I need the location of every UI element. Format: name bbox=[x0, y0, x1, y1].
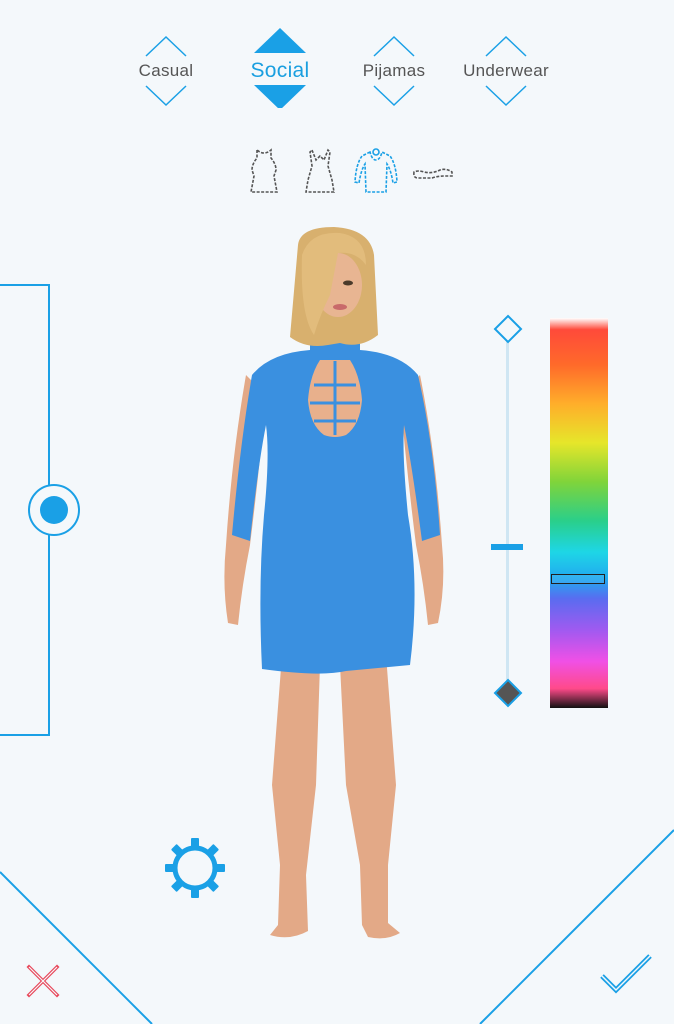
brightness-max-icon[interactable] bbox=[493, 314, 523, 344]
avatar-model bbox=[224, 227, 444, 939]
tank-top-icon[interactable] bbox=[244, 146, 284, 196]
dress-icon[interactable] bbox=[300, 146, 340, 196]
checkmark-icon[interactable] bbox=[598, 952, 654, 996]
brightness-slider-track[interactable] bbox=[506, 340, 509, 685]
rotation-slider-knob[interactable] bbox=[28, 484, 80, 536]
tab-casual[interactable]: Casual bbox=[126, 34, 206, 108]
tab-social-label: Social bbox=[248, 59, 312, 83]
brightness-slider-handle[interactable] bbox=[491, 544, 523, 550]
hue-spectrum-bar[interactable] bbox=[550, 318, 608, 708]
tab-pijamas-label: Pijamas bbox=[360, 61, 428, 81]
brightness-min-icon[interactable] bbox=[493, 678, 523, 708]
knob-dot bbox=[40, 496, 68, 524]
tab-underwear[interactable]: Underwear bbox=[461, 34, 551, 108]
shoe-icon[interactable] bbox=[410, 146, 456, 196]
gear-icon[interactable] bbox=[163, 836, 227, 900]
long-sleeve-dress-icon[interactable] bbox=[352, 146, 400, 196]
tab-casual-label: Casual bbox=[136, 61, 196, 81]
tab-social[interactable]: Social bbox=[240, 28, 320, 108]
tab-underwear-label: Underwear bbox=[461, 61, 551, 81]
close-icon[interactable] bbox=[24, 962, 62, 1000]
hue-selector[interactable] bbox=[551, 574, 605, 585]
tab-pijamas[interactable]: Pijamas bbox=[354, 34, 434, 108]
